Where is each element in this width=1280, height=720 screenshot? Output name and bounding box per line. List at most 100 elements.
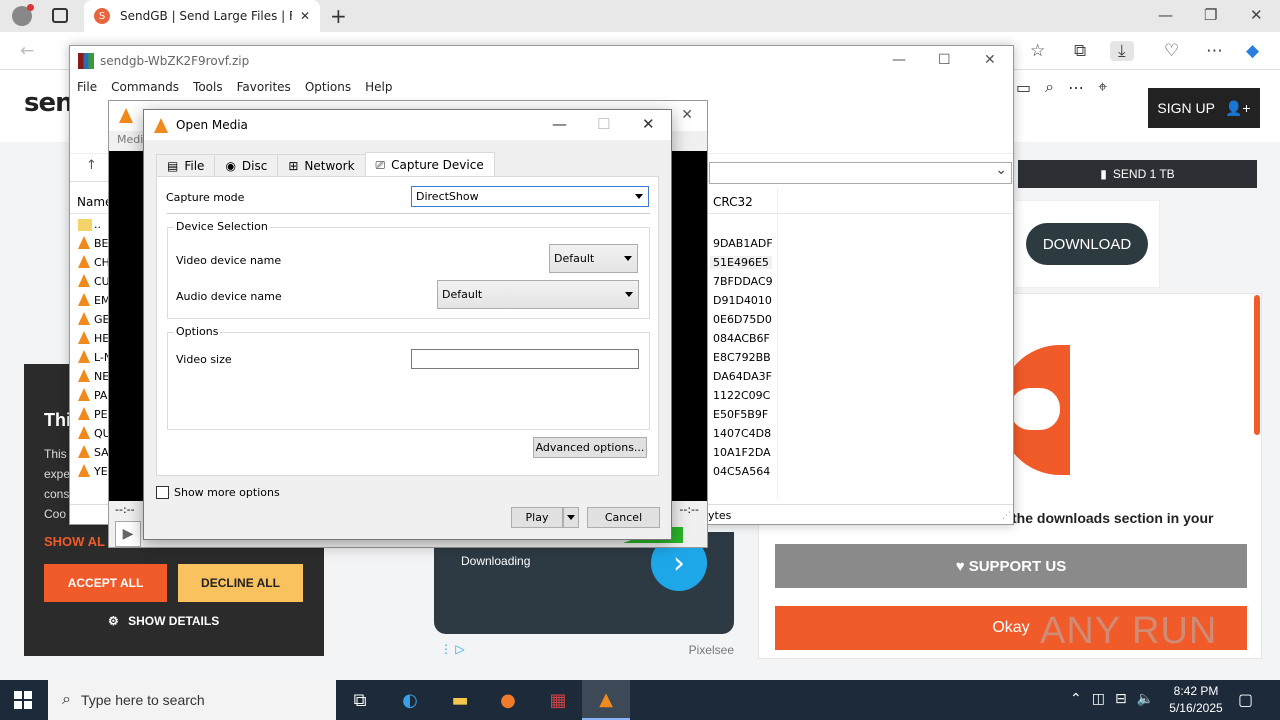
pin-icon[interactable]: ⌖ <box>1098 77 1107 97</box>
tab-capture-device[interactable]: ⎚ Capture Device <box>364 152 495 177</box>
support-us-label: SUPPORT US <box>968 557 1067 575</box>
taskbar-search[interactable]: ⌕ Type here to search <box>48 680 336 720</box>
tab-disc[interactable]: ◉ Disc <box>214 154 279 177</box>
firefox-icon[interactable]: ● <box>484 680 532 720</box>
sendgb-favicon-icon: S <box>94 8 110 24</box>
clock-time: 8:42 PM <box>1173 684 1219 698</box>
profile-avatar[interactable] <box>12 4 34 26</box>
capture-device-icon: ⎚ <box>375 157 386 172</box>
up-folder-icon[interactable]: ↑ <box>86 158 97 173</box>
file-name: .. <box>94 218 101 231</box>
show-details-button[interactable]: ⚙ SHOW DETAILS <box>108 614 219 628</box>
vlc-file-icon <box>78 445 90 458</box>
menu-file[interactable]: File <box>77 80 97 94</box>
options-group: Options Video size <box>167 325 650 430</box>
dialog-minimize-button[interactable]: — <box>552 115 567 133</box>
favorites-icon[interactable]: ☆ <box>1030 41 1045 61</box>
signup-button[interactable]: SIGN UP 👤+ <box>1148 88 1260 128</box>
menu-favorites[interactable]: Favorites <box>237 80 291 94</box>
winrar-close-button[interactable]: ✕ <box>984 52 996 68</box>
menu-help[interactable]: Help <box>365 80 392 94</box>
status-bytes: ytes <box>708 509 732 522</box>
column-crc32[interactable]: CRC32 <box>713 195 753 209</box>
vlc-file-icon <box>78 255 90 268</box>
file-crc: 1407C4D8 <box>713 427 772 440</box>
play-icon[interactable]: ▶ <box>115 521 141 547</box>
copilot-icon[interactable]: ◆ <box>1246 41 1259 61</box>
menu-tools[interactable]: Tools <box>193 80 223 94</box>
show-all-link[interactable]: SHOW AL <box>44 534 105 549</box>
back-icon[interactable]: ← <box>20 41 34 61</box>
file-crc: 7BFDDAC9 <box>713 275 773 288</box>
decline-all-button[interactable]: DECLINE ALL <box>178 564 303 602</box>
support-us-button[interactable]: ♥ SUPPORT US <box>775 544 1247 588</box>
winrar-app-icon <box>78 53 94 69</box>
more-icon[interactable]: ⋯ <box>1068 78 1084 97</box>
cancel-button[interactable]: Cancel <box>587 507 660 528</box>
network-icon[interactable]: ⊟ <box>1115 691 1127 707</box>
vlc-total-time: --:-- <box>679 503 699 516</box>
accept-all-button[interactable]: ACCEPT ALL <box>44 564 167 602</box>
resize-grip-icon[interactable]: ⋰ <box>1002 511 1011 521</box>
show-more-options-label: Show more options <box>174 486 280 499</box>
search-icon[interactable]: ⌕ <box>1045 77 1054 97</box>
menu-commands[interactable]: Commands <box>111 80 179 94</box>
tab-file[interactable]: ▤ File <box>156 154 216 177</box>
notification-icon[interactable]: ▢ <box>1238 690 1253 709</box>
play-dropdown-button[interactable] <box>563 507 579 528</box>
vlc-taskbar-icon[interactable]: ▲ <box>582 680 630 720</box>
vlc-media-menu[interactable]: Medi <box>117 133 143 146</box>
winrar-taskbar-icon[interactable]: ▦ <box>534 680 582 720</box>
site-logo[interactable]: sen <box>24 88 74 118</box>
show-more-options-checkbox[interactable]: Show more options <box>156 486 280 499</box>
show-details-label: SHOW DETAILS <box>128 614 220 628</box>
file-name: YE <box>94 465 108 478</box>
more-menu-icon[interactable]: ⋯ <box>1206 41 1223 61</box>
capture-mode-select[interactable]: DirectShow <box>411 186 649 207</box>
ad-brand[interactable]: Pixelsee <box>689 643 734 657</box>
download-button[interactable]: DOWNLOAD <box>1026 223 1148 265</box>
video-size-input[interactable] <box>411 349 639 369</box>
volume-icon[interactable]: 🔈 <box>1137 691 1154 707</box>
tab-actions-icon[interactable] <box>52 8 68 23</box>
vlc-file-icon <box>78 312 90 325</box>
winrar-titlebar: sendgb-WbZK2F9rovf.zip — ☐ ✕ <box>70 46 1013 76</box>
tab-close-icon[interactable]: ✕ <box>300 9 310 23</box>
panel-scrollbar[interactable] <box>1254 295 1260 435</box>
video-device-select[interactable]: Default <box>549 244 638 273</box>
menu-options[interactable]: Options <box>305 80 351 94</box>
ad-choices-icon[interactable]: ⋮ ▷ <box>440 642 465 656</box>
collections-icon[interactable]: ⧉ <box>1074 41 1086 61</box>
browser-minimize-button[interactable]: — <box>1158 6 1173 24</box>
chevron-up-icon[interactable]: ⌃ <box>1070 691 1082 707</box>
advanced-options-button[interactable]: Advanced options... <box>533 437 647 458</box>
audio-device-value: Default <box>442 288 483 301</box>
send-1tb-button[interactable]: ▮ SEND 1 TB <box>1018 160 1257 188</box>
task-view-icon[interactable]: ⧉ <box>336 680 384 720</box>
chevron-down-icon <box>567 515 575 520</box>
clock-date: 5/16/2025 <box>1169 701 1223 715</box>
play-button[interactable]: Play <box>511 507 563 528</box>
vlc-close-button[interactable]: ✕ <box>681 107 693 123</box>
audio-device-select[interactable]: Default <box>437 280 639 309</box>
file-explorer-icon[interactable]: ▬ <box>436 680 484 720</box>
browser-tab[interactable]: S SendGB | Send Large Files | Free f ✕ <box>84 0 320 32</box>
windows-start-icon[interactable] <box>14 691 32 709</box>
winrar-maximize-button[interactable]: ☐ <box>938 52 951 68</box>
dialog-close-button[interactable]: ✕ <box>642 115 655 133</box>
file-crc: 0E6D75D0 <box>713 313 772 326</box>
browser-close-button[interactable]: ✕ <box>1250 6 1263 24</box>
browser-essentials-icon[interactable]: ♡ <box>1164 41 1179 61</box>
downloads-icon[interactable]: ⤓ <box>1110 41 1134 61</box>
vlc-file-icon <box>78 407 90 420</box>
edge-icon[interactable]: ◐ <box>386 680 434 720</box>
browser-restore-button[interactable]: ❐ <box>1204 6 1217 24</box>
meet-now-icon[interactable]: ◫ <box>1092 691 1105 707</box>
taskbar-clock[interactable]: 8:42 PM 5/16/2025 <box>1164 683 1228 717</box>
winrar-minimize-button[interactable]: — <box>892 52 906 68</box>
checkbox-box[interactable] <box>156 486 169 499</box>
new-tab-button[interactable]: + <box>330 4 347 28</box>
winrar-path-combo[interactable] <box>709 162 1012 184</box>
folder-icon[interactable]: ▭ <box>1016 78 1031 97</box>
tab-network[interactable]: ⊞ Network <box>277 154 366 177</box>
